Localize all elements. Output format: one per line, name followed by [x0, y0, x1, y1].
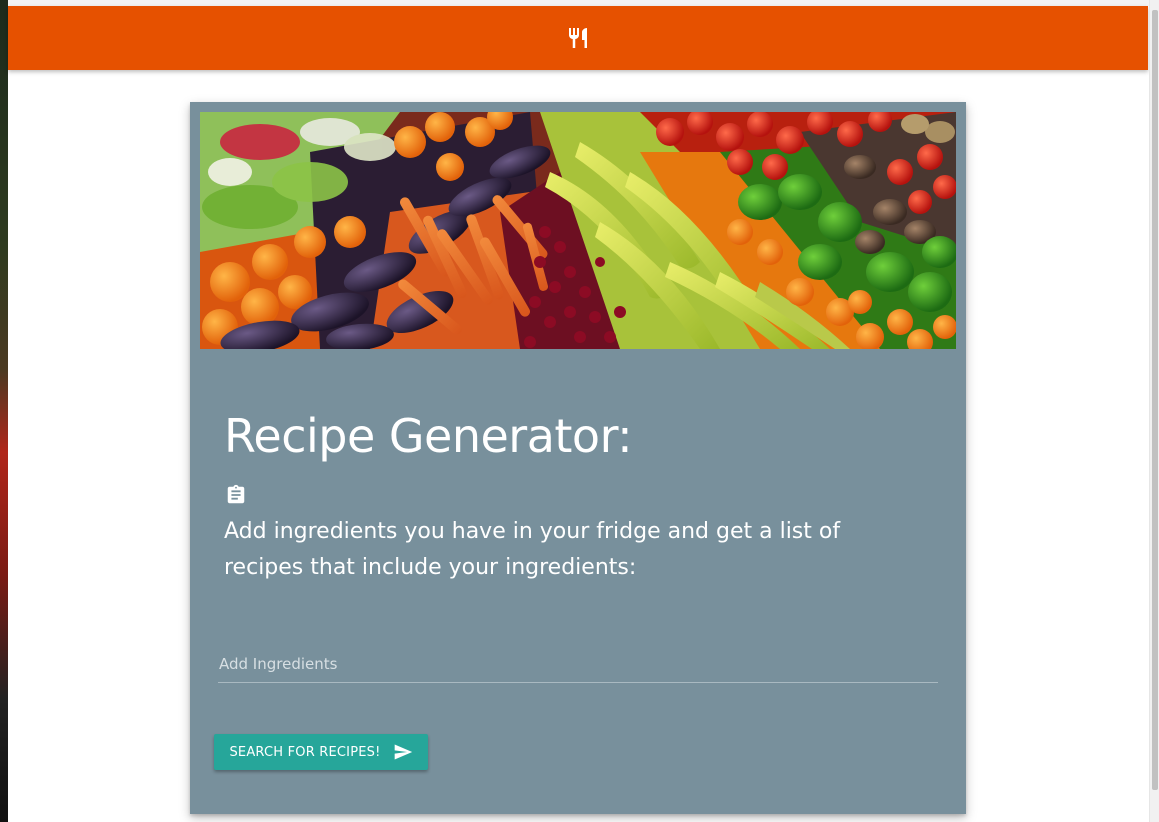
- fork-and-knife-icon[interactable]: [566, 26, 590, 50]
- vegetables-and-fruits-image: [200, 112, 956, 349]
- recipe-card: Recipe Generator: Add ingredients you ha…: [190, 102, 966, 814]
- search-recipes-button-label: Search for recipes!: [229, 744, 381, 760]
- add-ingredients-input[interactable]: [218, 646, 938, 683]
- scrollbar[interactable]: [1149, 0, 1159, 822]
- send-icon: [394, 744, 412, 760]
- navbar: [8, 6, 1148, 70]
- search-recipes-button[interactable]: Search for recipes!: [214, 734, 428, 770]
- scrollbar-thumb[interactable]: [1152, 10, 1158, 790]
- clipboard-icon: [227, 484, 245, 504]
- background-edge: [0, 0, 8, 822]
- page-title: Recipe Generator:: [224, 409, 633, 463]
- description-text: Add ingredients you have in your fridge …: [224, 519, 841, 580]
